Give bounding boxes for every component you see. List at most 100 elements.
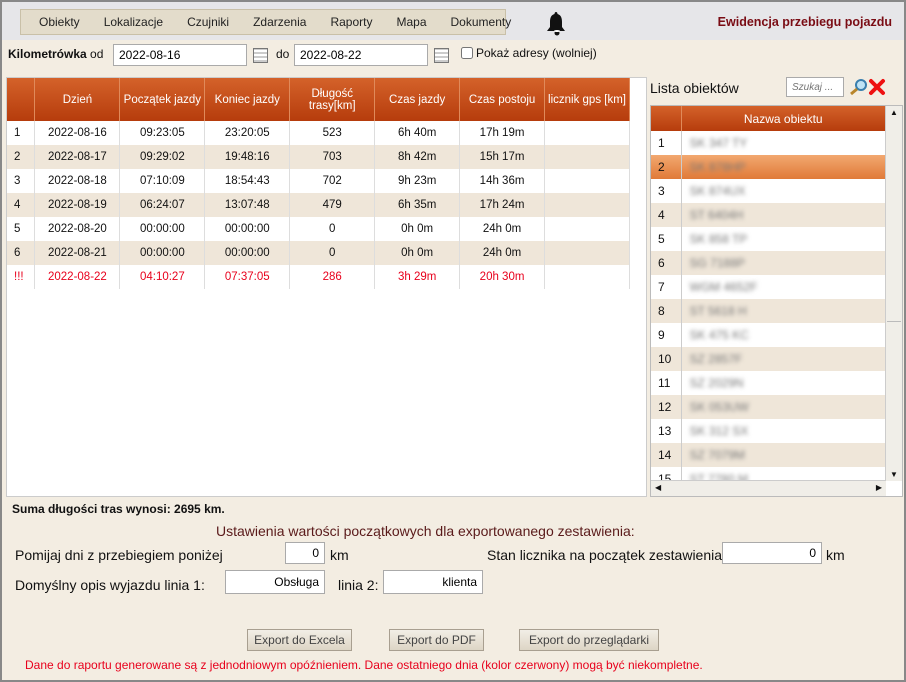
to-label: do [276, 47, 290, 61]
search-icon[interactable] [849, 78, 869, 96]
column-header[interactable]: Początek jazdy [119, 78, 206, 121]
column-header[interactable]: Czas jazdy [374, 78, 461, 121]
bell-icon[interactable] [544, 10, 568, 36]
export-excel-button[interactable]: Export do Excela [247, 629, 352, 651]
list-item[interactable]: 9 SK 475 KC [651, 323, 886, 347]
table-cell [544, 193, 630, 217]
table-row[interactable]: !!! 2022-08-22 04:10:27 07:37:05 286 3h 29m 20… [7, 265, 630, 289]
menu-obiekty[interactable]: Obiekty [27, 15, 92, 29]
list-item[interactable]: 4 ST 6404H [651, 203, 886, 227]
date-from-input[interactable] [113, 44, 247, 66]
table-cell: 09:23:05 [119, 121, 206, 145]
table-cell: 2022-08-19 [34, 193, 121, 217]
item-number: 10 [651, 347, 682, 371]
menu-zdarzenia[interactable]: Zdarzenia [241, 15, 318, 29]
report-name: Kilometrówka [8, 47, 87, 61]
table-row[interactable]: 6 2022-08-21 00:00:00 00:00:00 0 0h 0m 24h 0m [7, 241, 630, 265]
object-cell: SK 874UX [681, 179, 886, 203]
table-cell: 17h 19m [459, 121, 546, 145]
list-item[interactable]: 1 SK 347 TY [651, 131, 886, 155]
table-cell: 2022-08-20 [34, 217, 121, 241]
list-item[interactable]: 7 WGM 4652F [651, 275, 886, 299]
item-number: 13 [651, 419, 682, 443]
table-row[interactable]: 1 2022-08-16 09:23:05 23:20:05 523 6h 40m 17h … [7, 121, 630, 145]
list-item[interactable]: 13 SK 312 SX [651, 419, 886, 443]
table-cell: 0 [289, 241, 376, 265]
column-header[interactable]: Koniec jazdy [204, 78, 291, 121]
column-header[interactable] [7, 78, 36, 121]
item-number: 7 [651, 275, 682, 299]
show-addresses-label: Pokaż adresy (wolniej) [476, 46, 597, 60]
object-name: SK 858 TP [689, 232, 748, 246]
menu-mapa[interactable]: Mapa [384, 15, 438, 29]
app-title: Ewidencja przebiegu pojazdu [717, 15, 892, 29]
list-item[interactable]: 3 SK 874UX [651, 179, 886, 203]
table-row[interactable]: 5 2022-08-20 00:00:00 00:00:00 0 0h 0m 24h 0m [7, 217, 630, 241]
delay-note: Dane do raportu generowane są z jednodni… [25, 658, 703, 672]
desc-line2-input[interactable] [383, 570, 483, 594]
column-header[interactable]: Czas postoju [459, 78, 546, 121]
table-cell: 00:00:00 [119, 217, 206, 241]
desc-line1-input[interactable] [225, 570, 325, 594]
column-header [651, 106, 682, 131]
object-cell: ST 6404H [681, 203, 886, 227]
column-header[interactable]: Długość trasy[km] [289, 78, 376, 121]
odometer-input[interactable] [722, 542, 822, 564]
object-name: SK 347 TY [689, 136, 748, 150]
top-bar: Obiekty Lokalizacje Czujniki Zdarzenia R… [2, 2, 904, 40]
object-cell: SK 858 TP [681, 227, 886, 251]
column-header[interactable]: Dzień [34, 78, 121, 121]
list-item[interactable]: 12 SK 053UW [651, 395, 886, 419]
object-cell: SK 347 TY [681, 131, 886, 155]
table-cell: 2022-08-21 [34, 241, 121, 265]
object-name: SZ 7079M [689, 448, 745, 462]
skip-km-input[interactable] [285, 542, 325, 564]
object-name: SK 878HP [689, 160, 746, 174]
list-item[interactable]: 11 SZ 2029N [651, 371, 886, 395]
object-name: ST 6404H [689, 208, 744, 222]
export-pdf-button[interactable]: Export do PDF [389, 629, 484, 651]
table-cell: 2022-08-18 [34, 169, 121, 193]
export-browser-button[interactable]: Export do przeglądarki [519, 629, 659, 651]
table-cell: 9h 23m [374, 169, 461, 193]
table-row[interactable]: 3 2022-08-18 07:10:09 18:54:43 702 9h 23m 14h … [7, 169, 630, 193]
date-to-input[interactable] [294, 44, 428, 66]
object-name: SK 874UX [689, 184, 746, 198]
menu-czujniki[interactable]: Czujniki [175, 15, 241, 29]
filter-label: Kilometrówka od [8, 47, 103, 61]
table-cell: 4 [7, 193, 36, 217]
table-cell: 8h 42m [374, 145, 461, 169]
menu-lokalizacje[interactable]: Lokalizacje [92, 15, 175, 29]
horizontal-scrollbar[interactable]: ◀ ▶ [651, 480, 886, 496]
object-cell: SK 475 KC [681, 323, 886, 347]
list-item[interactable]: 6 SG 7188P [651, 251, 886, 275]
vertical-scrollbar[interactable]: ▼ ▲ [885, 106, 902, 481]
list-item[interactable]: 8 ST 5618 H [651, 299, 886, 323]
object-name: SZ 2029N [689, 376, 744, 390]
calendar-icon[interactable] [434, 48, 449, 63]
object-name: SG 7188P [689, 256, 745, 270]
table-cell [544, 121, 630, 145]
table-row[interactable]: 4 2022-08-19 06:24:07 13:07:48 479 6h 35m 17h … [7, 193, 630, 217]
menu-raporty[interactable]: Raporty [318, 15, 384, 29]
list-item[interactable]: 14 SZ 7079M [651, 443, 886, 467]
table-cell: 17h 24m [459, 193, 546, 217]
desc-label: Domyślny opis wyjazdu linia 1: [15, 577, 205, 593]
table-cell: 14h 36m [459, 169, 546, 193]
menu-dokumenty[interactable]: Dokumenty [439, 15, 524, 29]
table-row[interactable]: 2 2022-08-17 09:29:02 19:48:16 703 8h 42m 15h … [7, 145, 630, 169]
list-item[interactable]: 10 SZ 2857F [651, 347, 886, 371]
clear-icon[interactable] [868, 78, 886, 96]
settings-title: Ustawienia wartości początkowych dla exp… [216, 523, 635, 539]
table-cell: 6 [7, 241, 36, 265]
column-header[interactable]: licznik gps [km] [544, 78, 630, 121]
object-search-input[interactable] [786, 77, 844, 97]
calendar-icon[interactable] [253, 48, 268, 63]
object-name: ST 5618 H [689, 304, 747, 318]
show-addresses-checkbox[interactable] [461, 47, 473, 59]
list-item[interactable]: 5 SK 858 TP [651, 227, 886, 251]
object-name: SK 312 SX [689, 424, 749, 438]
list-item[interactable]: 2 SK 878HP [651, 155, 886, 179]
table-cell: 00:00:00 [204, 217, 291, 241]
table-cell: 2022-08-22 [34, 265, 121, 289]
